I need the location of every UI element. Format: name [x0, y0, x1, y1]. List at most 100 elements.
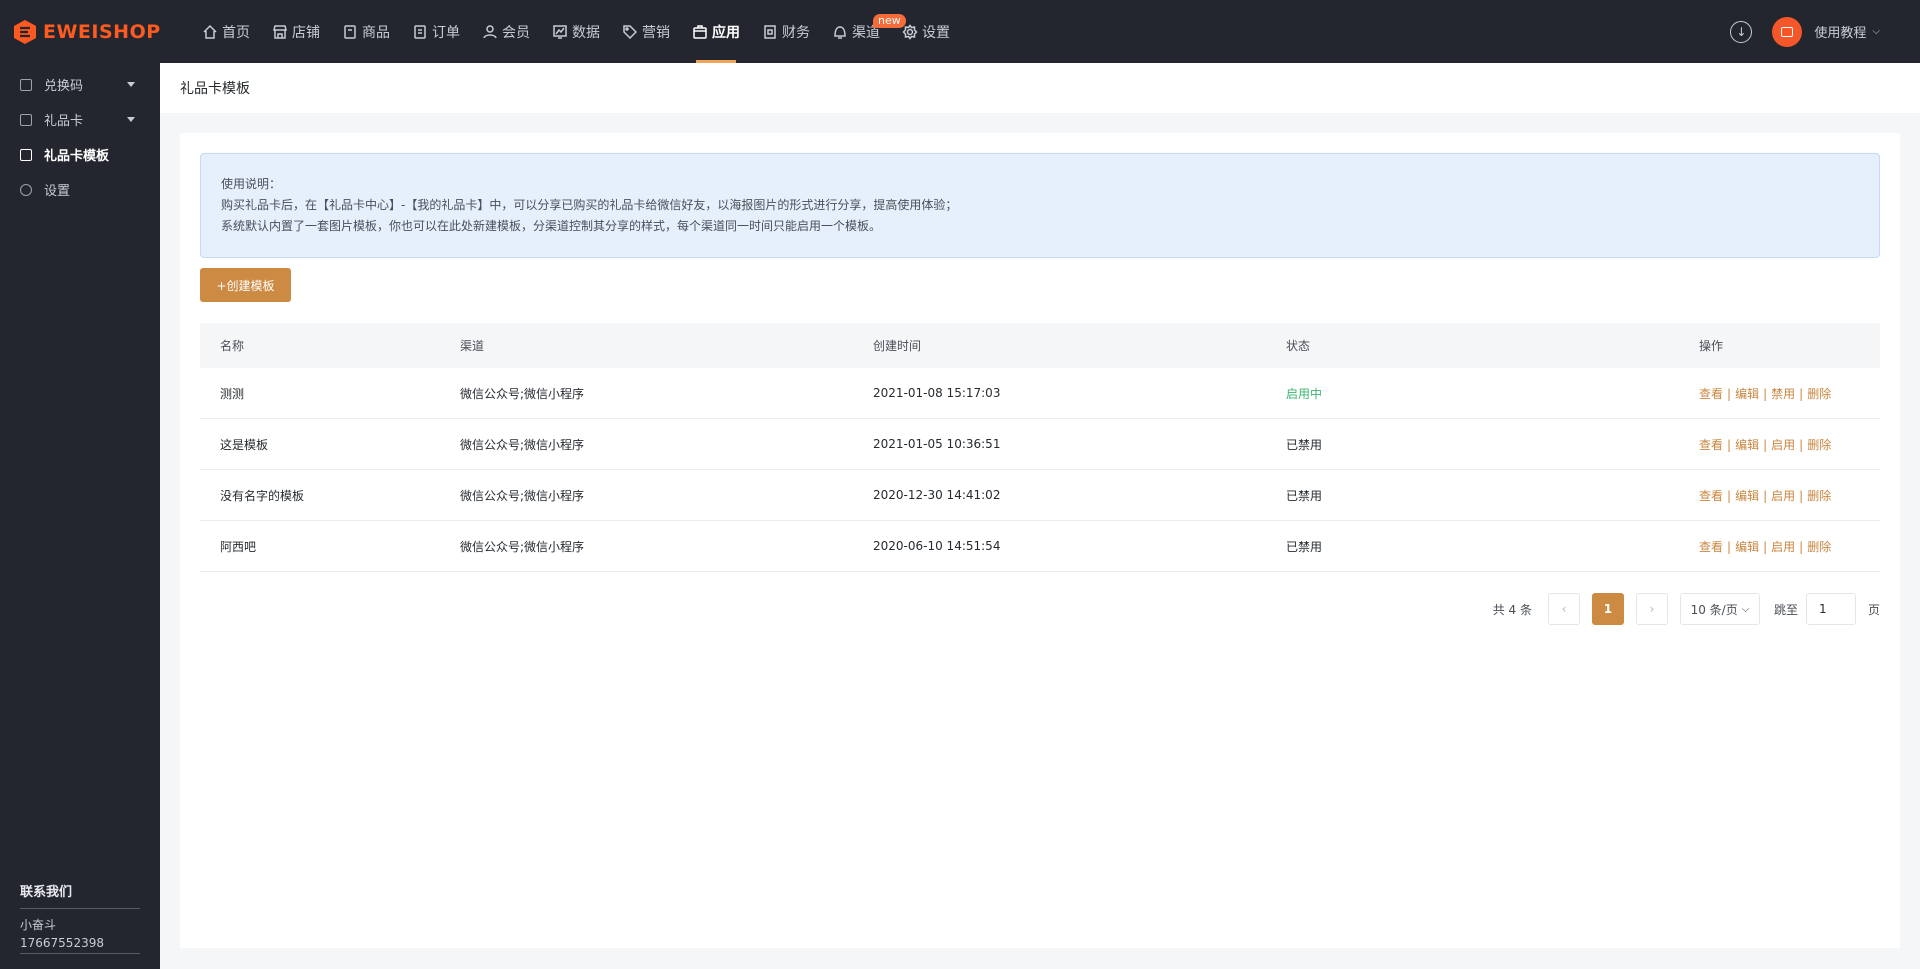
status-badge: 已禁用	[1286, 488, 1323, 503]
nav-item-settings[interactable]: 设置	[891, 0, 961, 63]
sidebar-item-gift-card[interactable]: 礼品卡	[0, 102, 160, 137]
status-badge: 启用中	[1286, 386, 1323, 401]
table-header: 名称 渠道 创建时间 状态 操作	[200, 323, 1880, 368]
delete-link[interactable]: 删除	[1807, 540, 1831, 554]
brand-name: EWEISHOP	[43, 20, 161, 43]
cell-created: 2020-06-10 14:51:54	[873, 539, 1001, 553]
nav-item-store[interactable]: 店铺	[261, 0, 331, 63]
column-header-channel: 渠道	[460, 339, 485, 353]
nav-item-channel[interactable]: 渠道 new	[821, 0, 906, 63]
page-unit-label: 页	[1867, 602, 1880, 617]
view-link[interactable]: 查看	[1699, 438, 1723, 452]
logo-icon	[14, 19, 36, 44]
edit-link[interactable]: 编辑	[1735, 387, 1759, 401]
next-page-button[interactable]: ›	[1635, 593, 1668, 625]
tutorial-menu[interactable]: 使用教程 ⌵	[1814, 22, 1880, 41]
main-nav: 首页 店铺 商品 订单 会员 数据 营销 应用 财务 渠道 new 设置	[191, 0, 961, 63]
jump-page-input[interactable]	[1805, 593, 1856, 625]
logo[interactable]: EWEISHOP	[13, 19, 191, 45]
sidebar-item-gift-card-template[interactable]: 礼品卡模板	[0, 137, 160, 172]
column-header-name: 名称	[220, 339, 245, 353]
nav-label: 应用	[712, 24, 740, 41]
page-title: 礼品卡模板	[180, 81, 250, 97]
delete-link[interactable]: 删除	[1807, 387, 1831, 401]
delete-link[interactable]: 删除	[1807, 489, 1831, 503]
download-icon[interactable]: ↓	[1730, 20, 1753, 43]
row-actions: 查看 | 编辑 | 启用 | 删除	[1699, 437, 1832, 452]
nav-item-marketing[interactable]: 营销	[611, 0, 681, 63]
cell-created: 2021-01-08 15:17:03	[873, 386, 1001, 400]
prev-page-button[interactable]: ‹	[1547, 593, 1580, 625]
view-link[interactable]: 查看	[1699, 540, 1723, 554]
column-header-created: 创建时间	[873, 339, 922, 353]
page-number-button[interactable]: 1	[1591, 593, 1624, 625]
nav-item-member[interactable]: 会员	[471, 0, 541, 63]
table-row: 阿西吧 微信公众号;微信小程序 2020-06-10 14:51:54 已禁用 …	[200, 521, 1880, 572]
notice-line: 系统默认内置了一套图片模板，你也可以在此处新建模板，分渠道控制其分享的样式，每个…	[221, 219, 882, 233]
nav-item-goods[interactable]: 商品	[331, 0, 401, 63]
template-icon	[20, 148, 32, 161]
cell-channel: 微信公众号;微信小程序	[460, 386, 585, 401]
nav-label: 店铺	[292, 24, 320, 41]
disable-link[interactable]: 禁用	[1771, 387, 1795, 401]
nav-item-finance[interactable]: 财务	[751, 0, 821, 63]
edit-link[interactable]: 编辑	[1735, 489, 1759, 503]
caret-down-icon	[127, 82, 135, 87]
enable-link[interactable]: 启用	[1771, 438, 1795, 452]
store-icon	[273, 24, 287, 39]
finance-icon	[764, 24, 776, 39]
pagination-total: 共 4 条	[1492, 602, 1532, 617]
caret-down-icon	[127, 117, 135, 122]
order-icon	[414, 24, 426, 39]
nav-label: 数据	[572, 24, 600, 41]
avatar[interactable]	[1772, 16, 1803, 47]
chevron-left-icon: ‹	[1561, 602, 1567, 616]
status-badge: 已禁用	[1286, 539, 1323, 554]
nav-item-app[interactable]: 应用	[681, 0, 751, 63]
contact-phone: 17667552398	[20, 936, 104, 950]
usage-notice: 使用说明： 购买礼品卡后，在【礼品卡中心】-【我的礼品卡】中，可以分享已购买的礼…	[200, 153, 1880, 258]
view-link[interactable]: 查看	[1699, 489, 1723, 503]
nav-item-home[interactable]: 首页	[191, 0, 261, 63]
column-header-actions: 操作	[1699, 339, 1724, 353]
sidebar-item-label: 礼品卡	[44, 114, 84, 129]
channel-icon	[834, 25, 846, 39]
top-navbar: EWEISHOP 首页 店铺 商品 订单 会员 数据 营销 应用 财务 渠道 n…	[0, 0, 1920, 63]
edit-link[interactable]: 编辑	[1735, 540, 1759, 554]
notice-title: 使用说明：	[221, 177, 282, 191]
nav-item-data[interactable]: 数据	[541, 0, 611, 63]
create-template-button[interactable]: +创建模板	[200, 268, 291, 302]
contact-info: 小奋斗 17667552398	[20, 909, 140, 954]
chevron-down-icon: ⌵	[1872, 26, 1880, 37]
chevron-down-icon: ⌵	[1741, 603, 1750, 615]
tag-icon	[623, 24, 638, 39]
edit-link[interactable]: 编辑	[1735, 438, 1759, 452]
store-avatar-icon	[1781, 26, 1794, 37]
nav-item-order[interactable]: 订单	[401, 0, 471, 63]
nav-label: 会员	[502, 24, 530, 41]
page-size-value: 10 条/页	[1690, 602, 1738, 617]
data-icon	[553, 24, 567, 39]
sidebar-item-redeem-code[interactable]: 兑换码	[0, 67, 160, 102]
goods-icon	[344, 24, 356, 39]
contact-us: 联系我们 小奋斗 17667552398	[20, 881, 140, 969]
delete-link[interactable]: 删除	[1807, 438, 1831, 452]
member-icon	[483, 24, 497, 38]
grid-icon	[20, 78, 32, 91]
gear-icon	[902, 23, 918, 40]
nav-label: 商品	[362, 24, 390, 41]
top-right-tools: ↓ 使用教程 ⌵	[1730, 0, 1880, 63]
view-link[interactable]: 查看	[1699, 387, 1723, 401]
enable-link[interactable]: 启用	[1771, 489, 1795, 503]
table-row: 这是模板 微信公众号;微信小程序 2021-01-05 10:36:51 已禁用…	[200, 419, 1880, 470]
gear-icon	[20, 183, 32, 196]
notice-line: 购买礼品卡后，在【礼品卡中心】-【我的礼品卡】中，可以分享已购买的礼品卡给微信好…	[221, 198, 958, 212]
enable-link[interactable]: 启用	[1771, 540, 1795, 554]
page-size-select[interactable]: 10 条/页 ⌵	[1679, 593, 1760, 625]
chevron-right-icon: ›	[1649, 602, 1655, 616]
pagination: 共 4 条 ‹ 1 › 10 条/页 ⌵ 跳至 页	[1493, 593, 1880, 625]
row-actions: 查看 | 编辑 | 启用 | 删除	[1699, 488, 1832, 503]
nav-label: 首页	[222, 24, 250, 41]
sidebar-item-settings[interactable]: 设置	[0, 172, 160, 207]
card-icon	[20, 113, 32, 126]
